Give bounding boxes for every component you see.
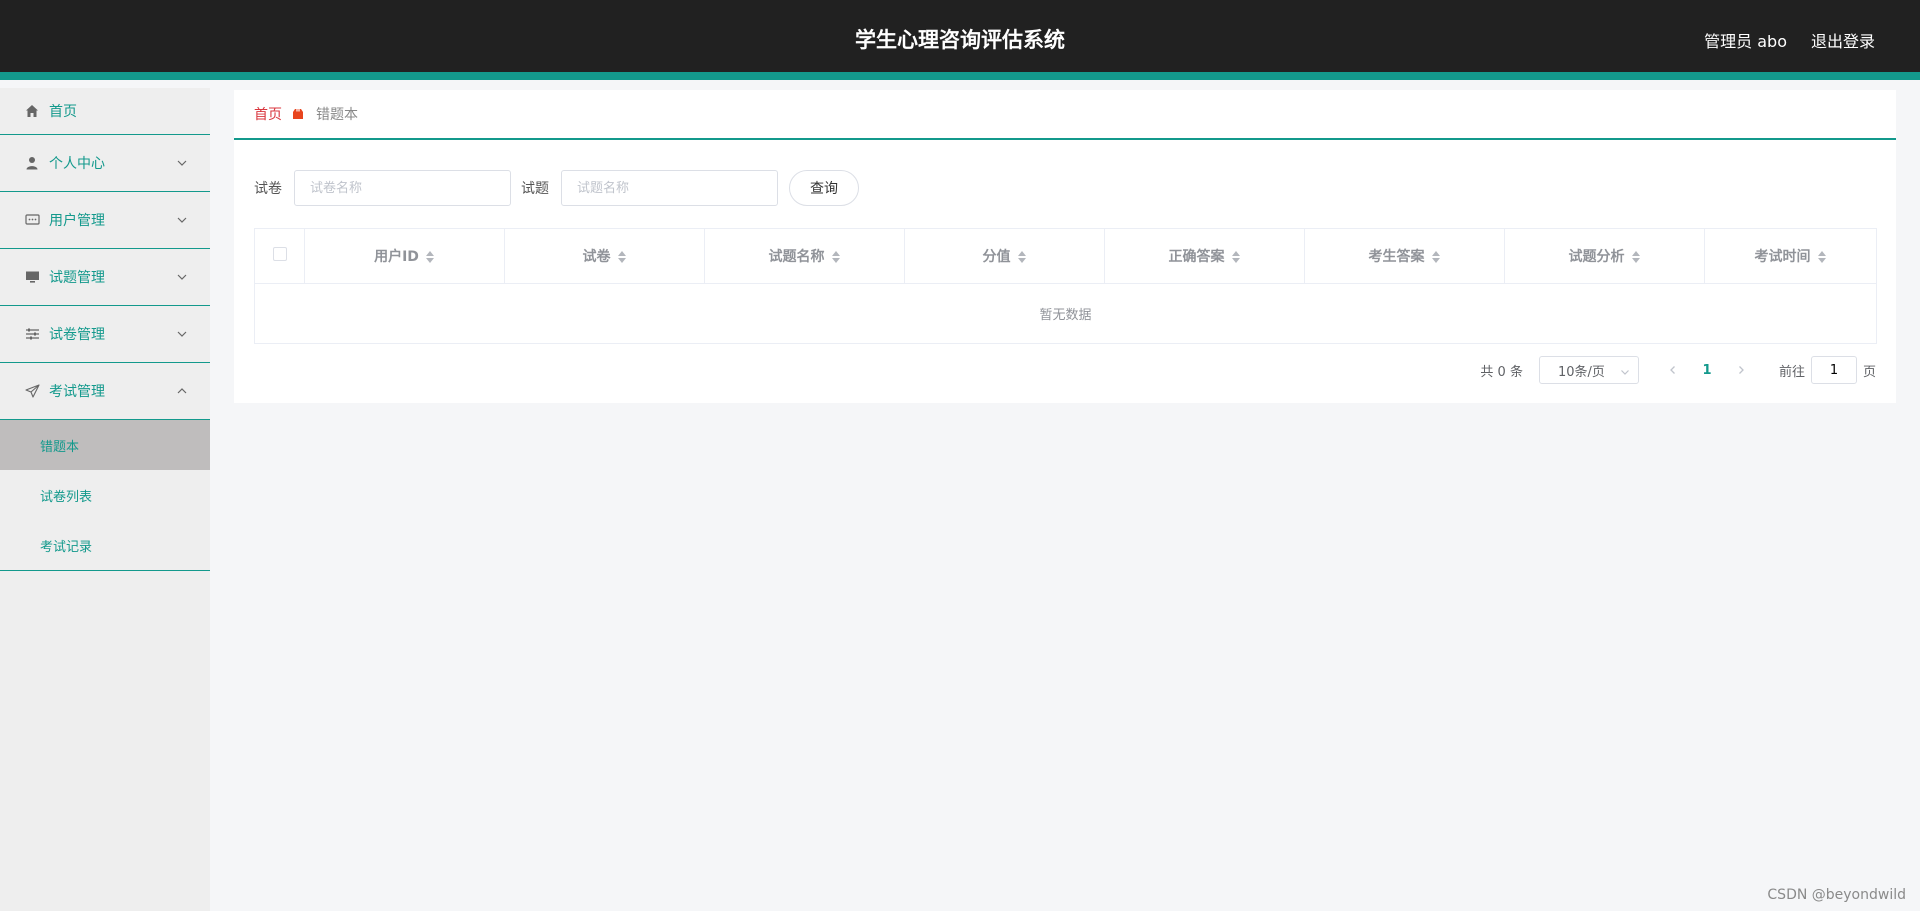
sidebar-subitem-paper-list[interactable]: 试卷列表 <box>0 470 210 520</box>
content-card: 试卷 试题 查询 用户ID 试卷 试题名称 分值 正确答案 考生答案 试题分析 … <box>234 140 1896 403</box>
page-suffix: 页 <box>1862 364 1876 380</box>
sidebar-item-label: 试题管理 <box>49 270 105 286</box>
sort-caret-icon[interactable] <box>1817 250 1827 264</box>
app-title: 学生心理咨询评估系统 <box>855 28 1065 52</box>
sidebar-item-personal-center[interactable]: 个人中心 <box>0 135 210 192</box>
page-size-select[interactable]: 10条/页 <box>1538 356 1639 384</box>
select-all-checkbox[interactable] <box>272 247 287 261</box>
pagination: 共 0 条 10条/页 1 前往 页 <box>1480 356 1876 384</box>
column-header[interactable]: 考生答案 <box>1304 228 1505 284</box>
breadcrumb-home-link[interactable]: 首页 <box>254 104 282 124</box>
sidebar-item-paper-management[interactable]: 试卷管理 <box>0 306 210 363</box>
chevron-down-icon <box>1620 366 1630 376</box>
sort-caret-icon[interactable] <box>831 250 841 264</box>
sort-caret-icon[interactable] <box>1017 250 1027 264</box>
sliders-icon <box>24 326 40 342</box>
sidebar-item-label: 用户管理 <box>49 213 105 229</box>
column-header[interactable]: 考试时间 <box>1704 228 1877 284</box>
column-header[interactable]: 用户ID <box>304 228 505 284</box>
total-count: 共 0 条 <box>1480 364 1523 380</box>
sidebar-subitem-exam-records[interactable]: 考试记录 <box>0 520 210 570</box>
goto-label: 前往 <box>1778 364 1805 380</box>
chevron-down-icon <box>176 157 188 169</box>
send-icon <box>24 383 40 399</box>
wrong-questions-table: 用户ID 试卷 试题名称 分值 正确答案 考生答案 试题分析 考试时间 暂无数据 <box>254 228 1877 344</box>
user-icon <box>24 155 40 171</box>
chevron-right-icon <box>1739 366 1744 374</box>
sort-caret-icon[interactable] <box>1431 250 1441 264</box>
exam-submenu: 错题本 试卷列表 考试记录 <box>0 420 210 571</box>
sidebar-item-home[interactable]: 首页 <box>0 88 210 135</box>
column-header[interactable]: 试卷 <box>504 228 705 284</box>
chevron-left-icon <box>1670 366 1675 374</box>
top-bar: 学生心理咨询评估系统 管理员 abo 退出登录 <box>0 0 1920 80</box>
empty-text: 暂无数据 <box>1039 308 1092 323</box>
home-icon <box>24 103 40 119</box>
paper-label: 试卷 <box>254 181 282 197</box>
breadcrumb: 首页 错题本 <box>234 90 1896 140</box>
sort-caret-icon[interactable] <box>1231 250 1241 264</box>
chevron-down-icon <box>176 328 188 340</box>
top-right-area: 管理员 abo 退出登录 <box>1704 0 1875 80</box>
sort-caret-icon[interactable] <box>1631 250 1641 264</box>
chevron-down-icon <box>176 271 188 283</box>
sidebar-item-label: 考试管理 <box>49 384 105 400</box>
sidebar: 首页 个人中心 用户管理 试题管理 试卷管理 考试管理 错题本 试卷列表 考试记… <box>0 88 210 911</box>
sidebar-subitem-wrong-questions[interactable]: 错题本 <box>0 420 210 470</box>
page-size-value: 10条/页 <box>1557 364 1605 380</box>
sort-caret-icon[interactable] <box>425 250 435 264</box>
chevron-down-icon <box>176 214 188 226</box>
page-number[interactable]: 1 <box>1687 363 1727 378</box>
paper-name-input[interactable] <box>294 170 511 206</box>
column-header[interactable]: 分值 <box>904 228 1105 284</box>
question-label: 试题 <box>521 181 549 197</box>
search-bar: 试卷 试题 查询 <box>254 170 859 206</box>
column-header[interactable]: 试题名称 <box>704 228 905 284</box>
monitor-icon <box>24 269 40 285</box>
column-header[interactable]: 试题分析 <box>1504 228 1705 284</box>
sidebar-item-exam-management[interactable]: 考试管理 <box>0 363 210 420</box>
sidebar-item-label: 个人中心 <box>49 156 105 172</box>
empty-row: 暂无数据 <box>255 284 1877 344</box>
sidebar-item-user-management[interactable]: 用户管理 <box>0 192 210 249</box>
current-user-label: 管理员 abo <box>1704 32 1787 51</box>
logout-link[interactable]: 退出登录 <box>1811 28 1875 52</box>
sidebar-item-question-management[interactable]: 试题管理 <box>0 249 210 306</box>
breadcrumb-separator-icon <box>292 108 304 120</box>
sort-caret-icon[interactable] <box>617 250 627 264</box>
sidebar-item-label: 试卷管理 <box>49 327 105 343</box>
goto-page-input[interactable] <box>1810 356 1857 384</box>
question-name-input[interactable] <box>561 170 778 206</box>
sidebar-item-label: 首页 <box>49 104 77 120</box>
column-header[interactable]: 正确答案 <box>1104 228 1305 284</box>
query-button[interactable]: 查询 <box>789 170 859 206</box>
watermark: CSDN @beyondwild <box>1767 887 1906 903</box>
next-page-button[interactable] <box>1727 356 1755 384</box>
message-icon <box>24 212 40 228</box>
chevron-up-icon <box>176 385 188 397</box>
select-all-cell <box>254 228 305 284</box>
breadcrumb-current: 错题本 <box>316 107 358 123</box>
prev-page-button[interactable] <box>1659 356 1687 384</box>
table-header-row: 用户ID 试卷 试题名称 分值 正确答案 考生答案 试题分析 考试时间 <box>254 228 1877 284</box>
